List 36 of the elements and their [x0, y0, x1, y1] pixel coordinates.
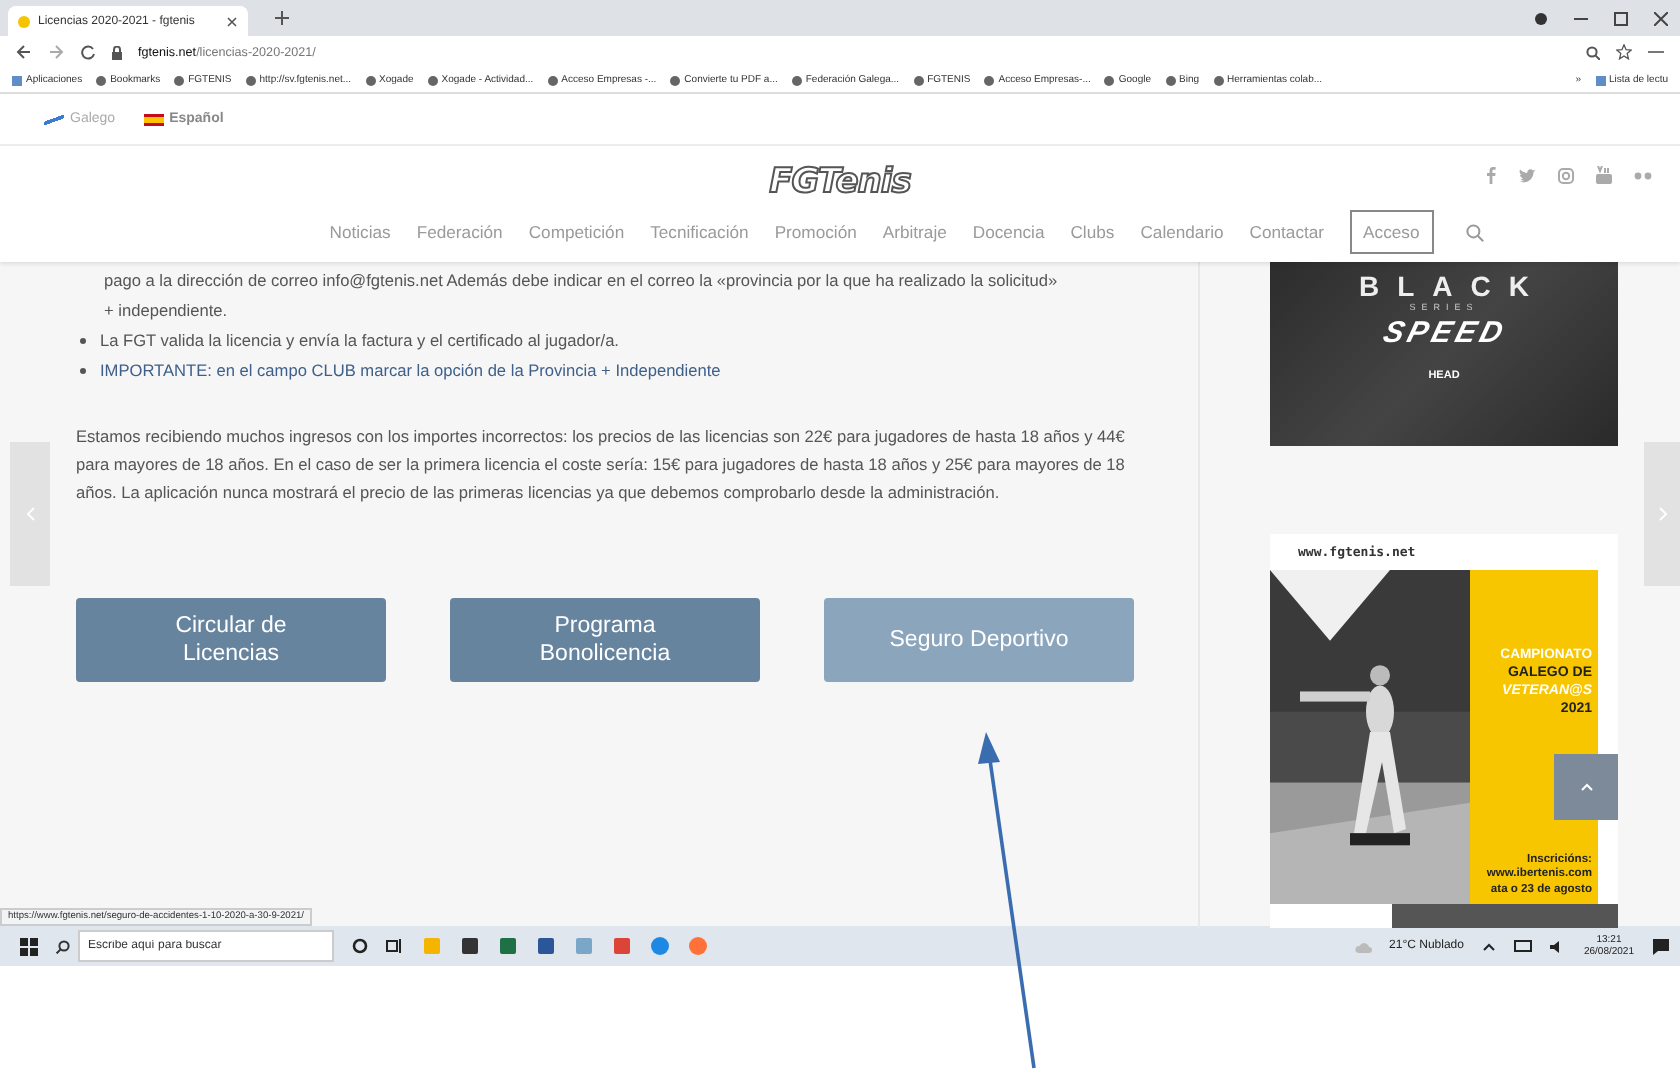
- weather-icon: [1353, 939, 1372, 953]
- cortana-icon[interactable]: [352, 938, 368, 954]
- site-logo[interactable]: FGTenis: [769, 162, 911, 202]
- lock-icon: [112, 45, 122, 59]
- notice-paragraph: Estamos recibiendo muchos ingresos con los importes incorrectos: los precios de las licencias son 22€ para jugadores de hasta 18 años y 44€ para mayores de 18 años. En el caso de ser la primera licencia el coste sería: 15€ para jugadores de hasta 18 años y 25€ para mayores de 18 años. La aplicación nunca mostrará el precio de las primeras licencias ya que debemos comprobarlo desde la administración.: [76, 424, 1127, 506]
- bullet-icon: [80, 367, 86, 373]
- notification-icon[interactable]: [1652, 937, 1670, 955]
- dots-icon[interactable]: [1634, 171, 1652, 179]
- ad-title: BLACK: [1357, 270, 1547, 302]
- chevron-up-icon[interactable]: [1481, 941, 1496, 951]
- star-icon[interactable]: [1616, 44, 1632, 60]
- close-icon[interactable]: [226, 15, 238, 27]
- windows-icon[interactable]: [20, 937, 38, 955]
- link-button[interactable]: Programa Bonolicencia: [450, 598, 760, 682]
- tennis-ball-icon: [18, 15, 30, 27]
- list-text: IMPORTANTE: en el campo CLUB marcar la opción de la Provincia + Independiente: [100, 360, 721, 380]
- list-text: + independiente.: [104, 300, 228, 320]
- back-icon[interactable]: [16, 44, 32, 60]
- record-icon[interactable]: [1534, 11, 1548, 25]
- chevron-left-icon: [25, 506, 35, 522]
- link-button[interactable]: Circular de Licencias: [76, 598, 386, 682]
- maximize-icon[interactable]: [1614, 11, 1628, 25]
- list-text: La FGT valida la licencia y envía la factura y el certificado al jugador/a.: [100, 330, 619, 350]
- chevron-right-icon: [1657, 506, 1667, 522]
- list-text: pago a la dirección de correo info@fgtenis.net Además debe indicar en el correo la «provincia por la que ha realizado la solicitud»: [104, 270, 1058, 290]
- task-view-icon[interactable]: [386, 938, 404, 954]
- search-icon[interactable]: [56, 939, 70, 953]
- close-icon[interactable]: [1654, 11, 1668, 25]
- chevron-up-icon: [1579, 782, 1593, 792]
- network-icon[interactable]: [1513, 939, 1532, 953]
- menu-icon[interactable]: [1648, 48, 1664, 56]
- zoom-icon[interactable]: [1586, 45, 1600, 59]
- reload-icon[interactable]: [80, 44, 96, 60]
- new-tab-icon[interactable]: [274, 10, 290, 26]
- bullet-icon: [80, 337, 86, 343]
- ad-model: SPEED: [1378, 316, 1510, 350]
